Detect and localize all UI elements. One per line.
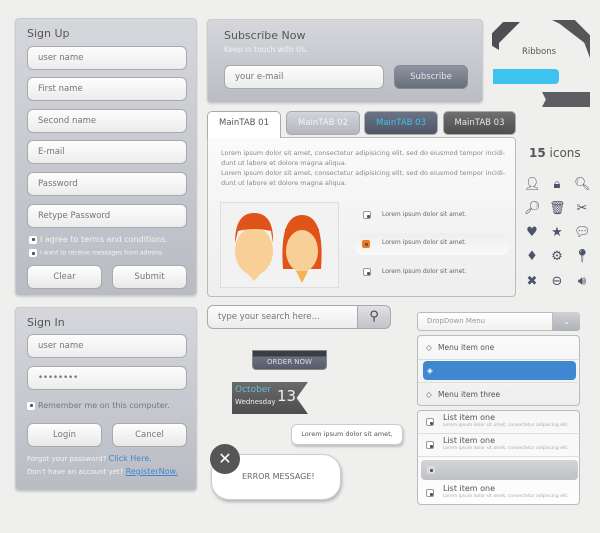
gear-icon: ⚙︎ bbox=[551, 249, 563, 264]
subscribe-title: Subscribe Now bbox=[224, 29, 306, 42]
tab-maintab-04[interactable]: MainTAB 03 bbox=[443, 111, 516, 135]
lock-icon: 🔒︎ bbox=[553, 177, 561, 192]
location-icon: 📍︎ bbox=[574, 249, 591, 264]
icons-title: 15 icons bbox=[529, 146, 581, 160]
messages-label: I want to receive messages from admins. bbox=[40, 249, 164, 257]
tab-option-1[interactable]: Lorem ipsum dolor sit amet. bbox=[360, 205, 510, 225]
speaker-icon: 🔊︎ bbox=[577, 274, 587, 289]
menu-item-two[interactable]: ◈ bbox=[423, 361, 576, 380]
cancel-button[interactable]: Cancel bbox=[112, 423, 187, 447]
ribbon-corner-right bbox=[552, 20, 590, 58]
tab-option-3[interactable]: Lorem ipsum dolor sit amet. bbox=[360, 262, 510, 282]
subscribe-subtitle: Keep in touch with Us. bbox=[224, 45, 308, 54]
ribbons-label: Ribbons bbox=[522, 47, 557, 57]
signin-username-field[interactable] bbox=[27, 334, 187, 358]
tab-maintab-03[interactable]: MainTAB 03 bbox=[364, 111, 438, 135]
username-field[interactable] bbox=[27, 46, 187, 70]
signin-panel: Sign In Remember me on this computer. Lo… bbox=[15, 307, 197, 491]
option-label: Lorem ipsum dolor sit amet. bbox=[382, 268, 467, 275]
date-weekday: Wednesday bbox=[235, 398, 276, 406]
tab-option-2[interactable]: Lorem ipsum dolor sit amet. bbox=[354, 233, 510, 255]
login-button[interactable]: Login bbox=[27, 423, 102, 447]
subscribe-email-input[interactable] bbox=[224, 65, 384, 89]
ribbon-blue bbox=[493, 69, 559, 84]
subscribe-panel: Subscribe Now Keep in touch with Us. Sub… bbox=[207, 19, 483, 103]
password-field[interactable] bbox=[27, 172, 187, 196]
tab-paragraph-1: Lorem ipsum dolor sit amet, consectetur … bbox=[221, 149, 506, 167]
terms-checkbox-row[interactable]: I agree to terms and conditions. bbox=[29, 235, 168, 244]
register-link[interactable]: RegisterNow. bbox=[126, 467, 178, 476]
dropdown-list: ◇ Menu item one ◈ ◇ Menu item three bbox=[417, 335, 581, 406]
zoom-in-icon: 🔍︎ bbox=[574, 177, 591, 192]
date-month: October bbox=[235, 385, 272, 395]
terms-label: I agree to terms and conditions. bbox=[40, 235, 168, 244]
signup-panel: Sign Up I agree to terms and conditions.… bbox=[15, 18, 197, 296]
pin-icon: ♦ bbox=[526, 249, 538, 264]
user-icon: 👤︎ bbox=[524, 177, 541, 192]
option-label: Lorem ipsum dolor sit amet. bbox=[382, 211, 467, 218]
search-input[interactable] bbox=[207, 305, 359, 329]
clear-button[interactable]: Clear bbox=[27, 265, 102, 289]
order-now-button[interactable]: ORDER NOW bbox=[252, 350, 327, 370]
search-button[interactable]: ⚲ bbox=[357, 305, 391, 329]
remember-checkbox[interactable] bbox=[27, 401, 35, 410]
error-close-icon[interactable]: ✕ bbox=[210, 444, 240, 474]
signin-title: Sign In bbox=[27, 316, 65, 329]
diamond-icon: ◇ bbox=[426, 390, 432, 399]
signup-title: Sign Up bbox=[27, 27, 70, 40]
submit-button[interactable]: Submit bbox=[112, 265, 187, 289]
menu-item-three[interactable]: ◇ Menu item three bbox=[418, 382, 581, 406]
terms-checkbox[interactable] bbox=[29, 235, 37, 244]
tab-paragraph-2: Lorem ipsum dolor sit amet, consectetur … bbox=[221, 169, 506, 187]
ribbons-showcase: Ribbons bbox=[490, 18, 592, 110]
tooltip-bubble: Lorem ipsum dolor sit amet, bbox=[291, 424, 403, 445]
messages-checkbox[interactable] bbox=[29, 249, 37, 257]
email-field[interactable] bbox=[27, 140, 187, 164]
trash-icon: 🗑︎ bbox=[549, 201, 566, 216]
tab-maintab-02[interactable]: MainTAB 02 bbox=[286, 111, 360, 135]
chevron-down-icon[interactable]: ⌄ bbox=[553, 312, 580, 331]
no-account-label: Don't have an account yet? bbox=[27, 468, 124, 476]
retype-password-field[interactable] bbox=[27, 204, 187, 228]
list-item-selected[interactable] bbox=[421, 460, 578, 480]
dropdown-menu[interactable]: DropDown Menu ⌄ bbox=[417, 312, 580, 331]
forgot-label: Forgot your password? bbox=[27, 455, 107, 463]
remember-row[interactable]: Remember me on this computer. bbox=[27, 401, 170, 410]
option-label: Lorem ipsum dolor sit amet. bbox=[382, 239, 467, 246]
search-icon: ⚲ bbox=[369, 309, 379, 324]
star-icon: ★ bbox=[551, 225, 563, 240]
diamond-icon: ◇ bbox=[426, 343, 432, 352]
date-day: 13 bbox=[277, 387, 297, 405]
error-message: ERROR MESSAGE! bbox=[242, 472, 315, 481]
messages-checkbox-row[interactable]: I want to receive messages from admins. bbox=[29, 249, 164, 257]
tab-maintab-01[interactable]: MainTAB 01 bbox=[207, 111, 281, 138]
minus-circle-icon: ⊖ bbox=[551, 274, 563, 289]
click-here-link[interactable]: Click Here. bbox=[109, 454, 152, 463]
first-name-field[interactable] bbox=[27, 77, 187, 101]
date-ribbon: October Wednesday 13 bbox=[232, 382, 308, 414]
zoom-out-icon: 🔎︎ bbox=[524, 201, 541, 216]
ribbon-dark bbox=[542, 92, 590, 107]
menu-item-one[interactable]: ◇ Menu item one bbox=[418, 336, 581, 360]
ribbon-corner-left bbox=[492, 22, 520, 50]
second-name-field[interactable] bbox=[27, 109, 187, 133]
diamond-icon: ◈ bbox=[427, 366, 433, 375]
close-circle-icon: ✖︎ bbox=[526, 274, 538, 289]
list-item[interactable]: List item one Lorem ipsum dolor sit amet,… bbox=[418, 482, 581, 505]
avatars-image bbox=[220, 202, 339, 288]
list-item[interactable]: List item one Lorem ipsum dolor sit amet,… bbox=[418, 434, 581, 457]
list-item[interactable]: List item one Lorem ipsum dolor sit amet,… bbox=[418, 411, 581, 434]
subscribe-button[interactable]: Subscribe bbox=[394, 65, 468, 89]
remember-label: Remember me on this computer. bbox=[38, 401, 170, 410]
avatars-illustration bbox=[235, 213, 322, 283]
dropdown-label: DropDown Menu bbox=[417, 312, 553, 331]
chat-icon: 💬︎ bbox=[574, 225, 591, 240]
signin-password-field[interactable] bbox=[27, 366, 187, 390]
scissors-icon: ✂︎ bbox=[576, 201, 588, 216]
heart-icon: ♥ bbox=[526, 225, 538, 240]
list-box: List item one Lorem ipsum dolor sit amet,… bbox=[417, 410, 581, 505]
